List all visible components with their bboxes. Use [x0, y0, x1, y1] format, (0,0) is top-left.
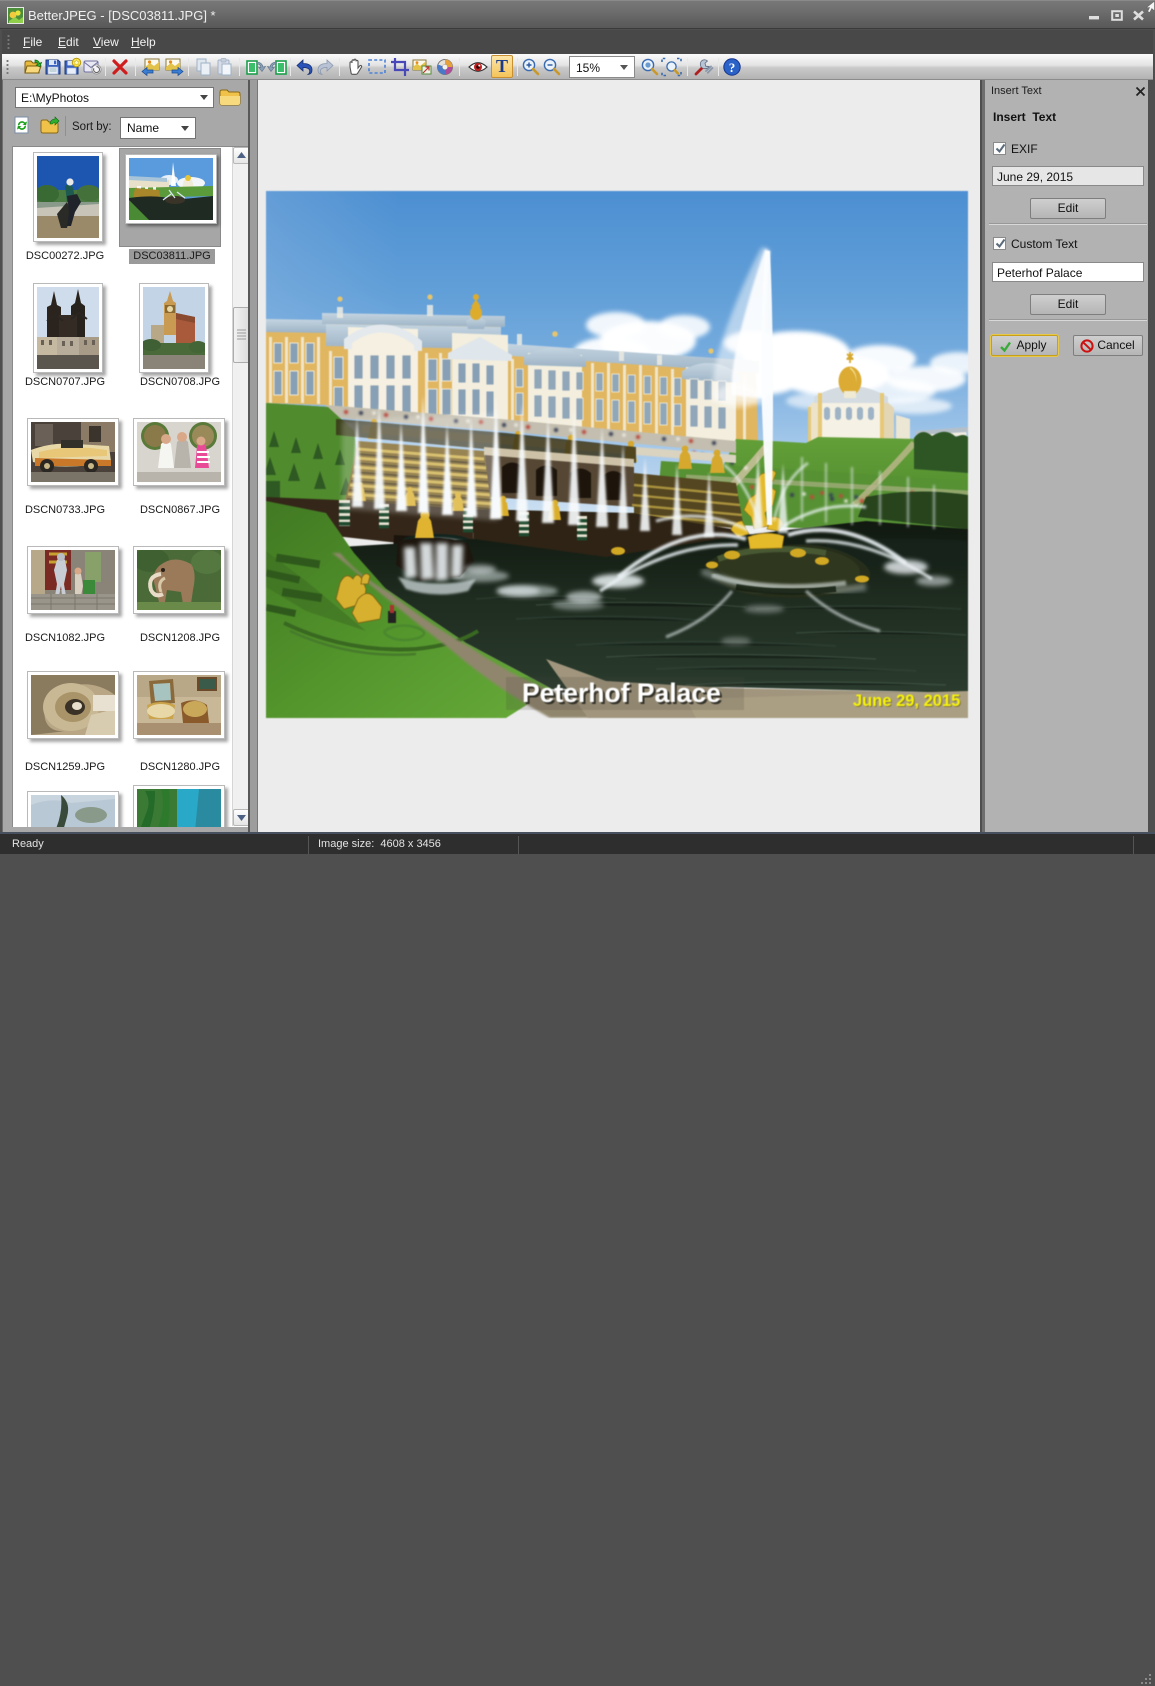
svg-text:Peterhof Palace: Peterhof Palace	[522, 678, 721, 708]
svg-text:June 29, 2015: June 29, 2015	[853, 692, 960, 710]
svg-text:?: ?	[729, 60, 736, 75]
